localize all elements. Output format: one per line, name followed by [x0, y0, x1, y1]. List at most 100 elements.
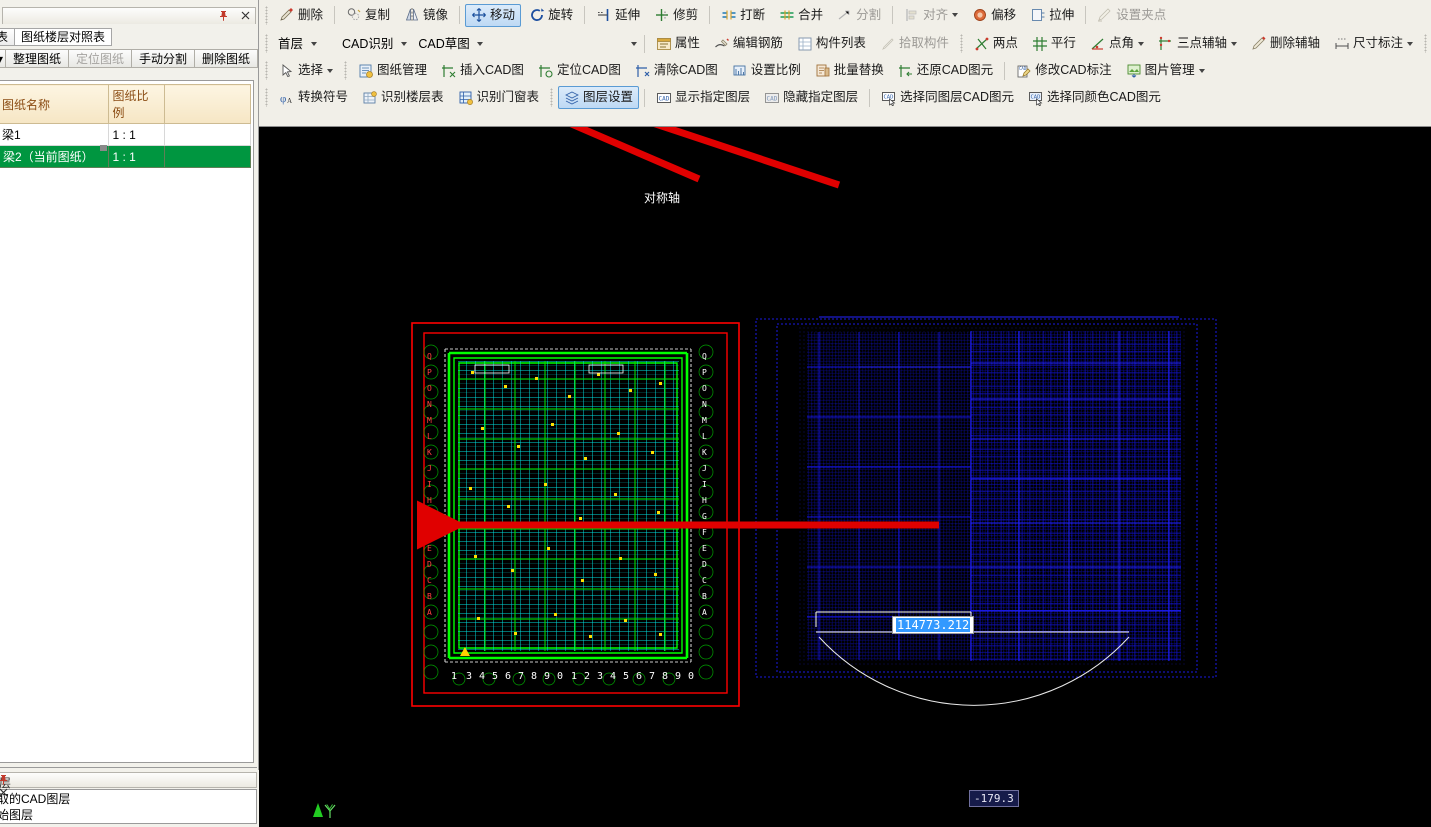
batch-replace-button[interactable]: 批量替换	[809, 59, 890, 82]
manual-split-button[interactable]: 手动分割	[131, 49, 196, 68]
restore-cad-button[interactable]: 还原CAD图元	[892, 59, 999, 82]
two-point-axis-button[interactable]: 两点	[968, 32, 1024, 55]
table-row[interactable]: 梁2（当前图纸） 1 : 1	[0, 145, 251, 168]
image-manager-button[interactable]: 图片管理	[1120, 59, 1211, 82]
mirror-button[interactable]: 镜像	[398, 4, 454, 27]
overflow-chevron-icon[interactable]	[628, 34, 640, 54]
extend-button[interactable]: 延伸	[590, 4, 646, 27]
toolbar-grip[interactable]	[1424, 34, 1427, 53]
move-button[interactable]: 移动	[465, 3, 522, 27]
recognize-door-window-button[interactable]: 识别门窗表	[452, 86, 546, 109]
toolbar-grip[interactable]	[344, 61, 348, 80]
convert-symbol-button[interactable]: φ A 转换符号	[273, 86, 354, 109]
pin-icon[interactable]	[0, 773, 256, 786]
set-scale-button[interactable]: 设置比例	[726, 59, 807, 82]
measurement-input[interactable]: 114773.212	[892, 616, 975, 634]
pick-component-button[interactable]: 拾取构件	[874, 32, 955, 55]
locate-drawing-button[interactable]: 定位图纸	[68, 49, 133, 68]
toolbar-grip[interactable]	[959, 34, 963, 53]
trim-button[interactable]: 修剪	[648, 4, 704, 27]
clear-cad-button[interactable]: 清除CAD图	[629, 59, 724, 82]
tab-drawing-list[interactable]: 表	[0, 28, 16, 46]
column-header-drawing-name[interactable]: 图纸名称	[0, 84, 109, 124]
button-label: 旋转	[548, 7, 574, 22]
modify-cad-dimension-button[interactable]: CAD 修改CAD标注	[1010, 59, 1117, 82]
chevron-down-icon[interactable]	[307, 34, 320, 54]
tab-floor-comparison[interactable]: 图纸楼层对照表	[14, 28, 113, 46]
delete-axis-button[interactable]: 删除辅轴	[1245, 32, 1326, 55]
list-item[interactable]: 始图层	[0, 807, 256, 823]
modify-cad-dim-icon: CAD	[1017, 65, 1031, 77]
close-icon[interactable]	[239, 9, 252, 22]
separator	[892, 6, 894, 24]
cad-sketch-selector[interactable]: CAD草图	[414, 33, 486, 54]
rotate-button[interactable]: 旋转	[523, 4, 579, 27]
properties-button[interactable]: 属性	[650, 32, 706, 55]
button-label: 分割	[856, 7, 882, 22]
split-button[interactable]: 分割	[831, 4, 887, 27]
toolbar-grip[interactable]	[265, 88, 268, 107]
three-point-axis-button[interactable]: 三点辅轴	[1152, 32, 1243, 55]
toolbar-grip[interactable]	[265, 5, 268, 25]
cad-drawing-canvas[interactable]: QP ON ML KJ IH GF ED CB A QP ON ML KJ IH…	[259, 127, 1431, 827]
dimension-button[interactable]: 尺寸标注	[1328, 32, 1419, 55]
set-grip-point-button[interactable]: 设置夹点	[1091, 4, 1172, 27]
delete-drawing-button[interactable]: 删除图纸	[194, 49, 259, 68]
select-tool-button[interactable]: 选择	[273, 59, 339, 82]
close-icon[interactable]	[0, 786, 256, 799]
cursor-icon	[282, 63, 293, 77]
cell-drawing-name: 梁2（当前图纸）	[0, 145, 109, 168]
drawing-list-panel: 表 图纸楼层对照表 ▾ 整理图纸 定位图纸 手动分割 删除图纸	[0, 0, 259, 827]
delete-button[interactable]: 删除	[273, 4, 329, 27]
svg-text:D: D	[427, 560, 432, 569]
select-same-layer-button[interactable]: CAD 选择同图层CAD图元	[875, 86, 1020, 109]
chevron-down-icon[interactable]	[1137, 41, 1144, 46]
organize-drawings-button[interactable]: 整理图纸	[5, 49, 70, 68]
button-label: 删除辅轴	[1269, 36, 1320, 50]
hide-specified-layer-button[interactable]: CAD 隐藏指定图层	[758, 86, 864, 109]
break-button[interactable]: 打断	[715, 4, 771, 27]
point-angle-axis-button[interactable]: 点角	[1084, 32, 1150, 55]
svg-text:3: 3	[466, 671, 472, 682]
drawing-manager-button[interactable]: 图纸管理	[352, 59, 433, 82]
button-label: 识别门窗表	[476, 90, 540, 104]
angle-input[interactable]: -179.3	[969, 790, 1019, 807]
chevron-down-icon[interactable]	[1198, 68, 1205, 73]
toolbar-grip[interactable]	[265, 61, 268, 80]
cad-recognition-selector[interactable]: CAD识别	[338, 33, 410, 54]
tab-label: 表	[0, 30, 9, 44]
chevron-down-icon[interactable]	[327, 68, 334, 73]
chevron-down-icon[interactable]	[474, 34, 487, 54]
table-row[interactable]: 梁1 1 : 1	[0, 123, 251, 146]
two-point-icon	[975, 37, 989, 50]
svg-text:I: I	[702, 480, 707, 489]
toolbar-grip[interactable]	[550, 88, 554, 107]
button-label: 编辑钢筋	[732, 36, 783, 50]
offset-button[interactable]: 偏移	[966, 4, 1022, 27]
component-list-button[interactable]: 构件列表	[791, 32, 872, 55]
column-header-drawing-scale[interactable]: 图纸比例	[108, 84, 165, 124]
insert-cad-button[interactable]: 插入CAD图	[435, 59, 530, 82]
toolbar-grip[interactable]	[265, 34, 268, 53]
layer-settings-button[interactable]: 图层设置	[558, 86, 640, 109]
edit-rebar-button[interactable]: 编辑钢筋	[708, 32, 789, 55]
cell-drawing-name: 梁1	[0, 123, 109, 146]
chevron-down-icon[interactable]	[397, 34, 410, 54]
row-resize-handle[interactable]	[100, 145, 107, 151]
three-point-axis-icon	[1158, 36, 1171, 50]
show-specified-layer-button[interactable]: CAD 显示指定图层	[650, 86, 756, 109]
floor-selector[interactable]: 首层	[274, 33, 334, 54]
merge-button[interactable]: 合并	[773, 4, 829, 27]
align-button[interactable]: 对齐	[898, 4, 964, 27]
chevron-down-icon[interactable]	[1230, 41, 1237, 46]
locate-cad-button[interactable]: 定位CAD图	[532, 59, 627, 82]
pin-icon[interactable]	[217, 9, 230, 22]
select-same-color-button[interactable]: CAD 选择同颜色CAD图元	[1022, 86, 1167, 109]
chevron-down-icon[interactable]	[1407, 41, 1413, 46]
recognize-floor-table-button[interactable]: 识别楼层表	[356, 86, 450, 109]
chevron-down-icon[interactable]	[952, 13, 959, 17]
move-icon	[472, 8, 486, 22]
stretch-button[interactable]: 拉伸	[1024, 4, 1080, 27]
copy-button[interactable]: 复制	[340, 4, 396, 27]
parallel-axis-button[interactable]: 平行	[1026, 32, 1082, 55]
